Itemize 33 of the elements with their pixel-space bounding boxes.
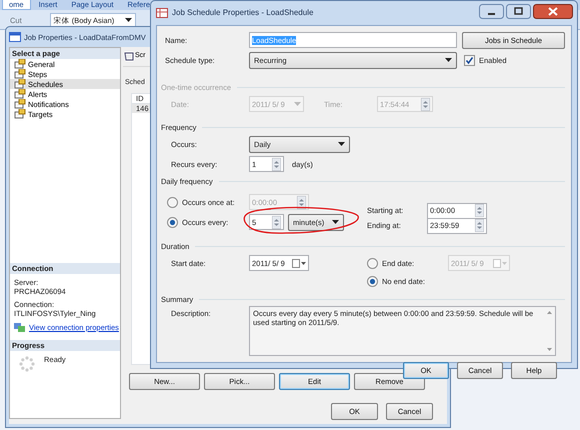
close-button[interactable] (533, 4, 573, 19)
page-icon (14, 99, 26, 109)
radio-button[interactable] (367, 276, 378, 286)
caret-icon (124, 18, 132, 22)
window-title: Job Schedule Properties - LoadShedule (172, 8, 314, 18)
caret-icon (332, 220, 339, 224)
calendar-icon (292, 258, 306, 268)
window-icon (9, 32, 21, 42)
window-icon (156, 8, 168, 18)
spin-arrows-icon (421, 98, 430, 110)
page-icon (14, 79, 26, 89)
radio-button[interactable] (367, 258, 378, 268)
spin-arrows-icon (297, 196, 306, 208)
spin-arrows-icon (475, 204, 484, 217)
page-icon (14, 59, 26, 69)
spin-arrows-icon (272, 158, 281, 170)
caret-icon (338, 142, 345, 146)
spin-arrows-icon (475, 219, 484, 232)
page-icon (14, 69, 26, 79)
page-icon (14, 109, 26, 119)
caret-icon (294, 102, 301, 106)
page-icon (14, 89, 26, 99)
radio-button[interactable] (167, 196, 178, 208)
minimize-button[interactable] (479, 4, 504, 19)
radio-button[interactable] (167, 216, 178, 228)
checkbox[interactable] (464, 54, 475, 66)
caret-icon (445, 58, 452, 62)
progress-spinner-icon (18, 355, 36, 373)
maximize-button[interactable] (506, 4, 531, 19)
scrollbar-arrows-icon (547, 309, 552, 353)
spin-arrows-icon (272, 216, 281, 228)
calendar-icon (493, 258, 507, 268)
connection-icon (14, 322, 25, 332)
